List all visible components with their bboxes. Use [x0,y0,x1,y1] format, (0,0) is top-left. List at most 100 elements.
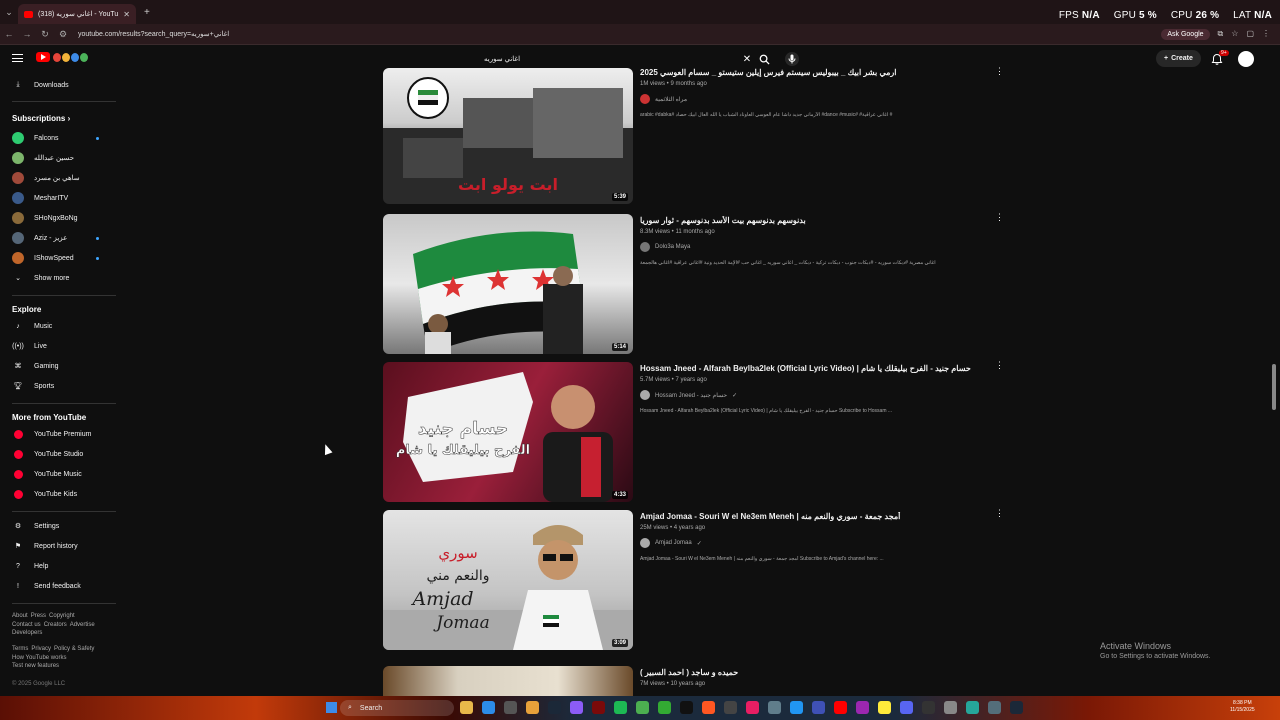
sidebar-item-settings[interactable]: ⚙ Settings [12,519,59,533]
open-in-app-icon[interactable]: ⧉ [1218,29,1224,39]
sidebar-item-help[interactable]: ? Help [12,559,48,573]
sidebar-item-subscription[interactable]: Falcons [12,131,59,145]
footer-link[interactable]: Contact us [12,622,41,628]
youtube-icon[interactable] [834,701,847,714]
account-avatar[interactable] [1238,51,1254,67]
more-actions-icon[interactable]: ⋮ [995,67,1004,76]
app-icon[interactable] [812,701,825,714]
clear-search-icon[interactable]: ✕ [740,54,754,65]
url-field[interactable]: youtube.com/results?search_query=اغاني+س… [78,30,1161,38]
more-actions-icon[interactable]: ⋮ [995,213,1004,222]
video-thumbnail[interactable]: ابت يولو ابت 5:39 [383,68,633,204]
footer-link[interactable]: Copyright [49,613,75,619]
windows-start-icon[interactable] [326,702,337,713]
new-tab-icon[interactable]: + [144,7,150,18]
ask-google-button[interactable]: Ask Google [1161,28,1210,40]
video-title[interactable]: بدنوسهم بدنوسهم بيت الأسد بدنوسهم - ثوار… [640,216,980,225]
more-actions-icon[interactable]: ⋮ [995,509,1004,518]
video-thumbnail[interactable]: حسام جنيد الفرح بيليقلك يا شام 4:33 [383,362,633,502]
search-button[interactable] [754,51,774,67]
sidebar-item-sports[interactable]: 🏆︎ Sports [12,379,55,393]
sidebar-item-report-history[interactable]: ⚑ Report history [12,539,78,553]
steam-icon[interactable] [1010,701,1023,714]
video-thumbnail[interactable]: سوري والنعم مني Amjad Jomaa 3:09 [383,510,633,650]
channel-link[interactable]: Dolo3a Maya [640,242,980,252]
sidebar-item-subscription[interactable]: Aziz - عزيز [12,231,67,245]
sidebar-item-subscription[interactable]: حسين عبدالله [12,151,74,165]
show-more-button[interactable]: ⌄ Show more [12,271,69,285]
tiktok-icon[interactable] [680,701,693,714]
sidebar-item-subscription[interactable]: IShowSpeed [12,251,74,265]
footer-link[interactable]: Privacy [31,646,51,652]
steam-icon[interactable] [548,701,561,714]
channel-link[interactable]: مراه الثلاثمية [640,94,980,104]
search-input[interactable]: اغاني سوريه [478,55,740,63]
footer-link[interactable]: Press [31,613,46,619]
scrollbar-thumb[interactable] [1272,364,1276,410]
app-icon[interactable] [856,701,869,714]
app-icon[interactable] [746,701,759,714]
app-icon[interactable] [724,701,737,714]
forward-arrow-icon[interactable]: → [18,29,36,39]
app-icon[interactable] [702,701,715,714]
app-icon[interactable] [570,701,583,714]
search-box[interactable]: اغاني سوريه ✕ [478,51,774,67]
video-thumbnail[interactable]: 5:14 [383,214,633,354]
app-icon[interactable] [966,701,979,714]
file-explorer-icon[interactable] [460,701,473,714]
sidebar-item-youtube-music[interactable]: YouTube Music [12,467,82,481]
site-info-icon[interactable]: ⚙ [54,29,72,40]
footer-link[interactable]: Terms [12,646,28,652]
sidebar-item-youtube-premium[interactable]: YouTube Premium [12,427,91,441]
chrome-icon[interactable] [526,701,539,714]
close-tab-icon[interactable]: ✕ [123,10,130,19]
app-icon[interactable] [922,701,935,714]
app-icon[interactable] [944,701,957,714]
taskbar-search[interactable]: ⌕ Search [340,700,454,716]
back-arrow-icon[interactable]: ← [0,29,18,39]
hamburger-menu-icon[interactable] [12,54,23,62]
menu-dots-icon[interactable]: ⋮ [1262,29,1270,39]
sidebar-item-subscription[interactable]: SHoNgxBoNg [12,211,78,225]
footer-link[interactable]: About [12,613,28,619]
voice-search-button[interactable] [785,52,799,66]
subscriptions-heading[interactable]: Subscriptions › [12,114,70,123]
settings-icon[interactable] [988,701,1001,714]
channel-link[interactable]: Hossam Jneed - حسام جنيد ✓ [640,390,980,400]
telegram-icon[interactable] [790,701,803,714]
footer-link[interactable]: Advertise [70,622,95,628]
sidebar-item-music[interactable]: ♪ Music [12,319,52,333]
taskbar-clock[interactable]: 8:38 PM 11/15/2025 [1230,700,1255,714]
sidebar-item-youtube-studio[interactable]: YouTube Studio [12,447,83,461]
sidebar-item-send-feedback[interactable]: ! Send feedback [12,579,81,593]
sidebar-item-gaming[interactable]: ⌘ Gaming [12,359,59,373]
channel-link[interactable]: Amjad Jomaa ✓ [640,538,980,548]
youtube-doodle-logo[interactable] [36,52,88,62]
app-icon[interactable] [592,701,605,714]
sidebar-item-youtube-kids[interactable]: YouTube Kids [12,487,77,501]
video-title[interactable]: Amjad Jomaa - Souri W el Ne3em Meneh | أ… [640,512,980,521]
snapchat-icon[interactable] [878,701,891,714]
sidebar-item-live[interactable]: ((•)) Live [12,339,47,353]
app-icon[interactable] [636,701,649,714]
browser-tab-youtube[interactable]: (318) اغاني سوريه - YouTube ✕ [18,4,136,24]
footer-link[interactable]: How YouTube works [12,655,66,661]
video-title[interactable]: حميده و ساجد ( احمد السبير ) [640,668,980,677]
sidebar-item-subscription[interactable]: ساهي بن مسرد [12,171,80,185]
edge-icon[interactable] [482,701,495,714]
more-actions-icon[interactable]: ⋮ [995,361,1004,370]
discord-icon[interactable] [900,701,913,714]
app-icon[interactable] [658,701,671,714]
sidebar-item-downloads[interactable]: ⤓ Downloads [12,78,68,92]
footer-link[interactable]: Developers [12,630,42,636]
spotify-icon[interactable] [614,701,627,714]
store-icon[interactable] [504,701,517,714]
footer-link[interactable]: Test new features [12,663,59,669]
sidebar-item-subscription[interactable]: MesharITV [12,191,68,205]
footer-link[interactable]: Policy & Safety [54,646,94,652]
tab-list-chevron-icon[interactable]: ⌄ [0,0,18,24]
create-button[interactable]: + Create [1156,50,1201,67]
video-title[interactable]: Hossam Jneed - Alfarah Beylba2lek (Offic… [640,364,980,373]
footer-link[interactable]: Creators [44,622,67,628]
video-thumbnail[interactable] [383,666,633,696]
